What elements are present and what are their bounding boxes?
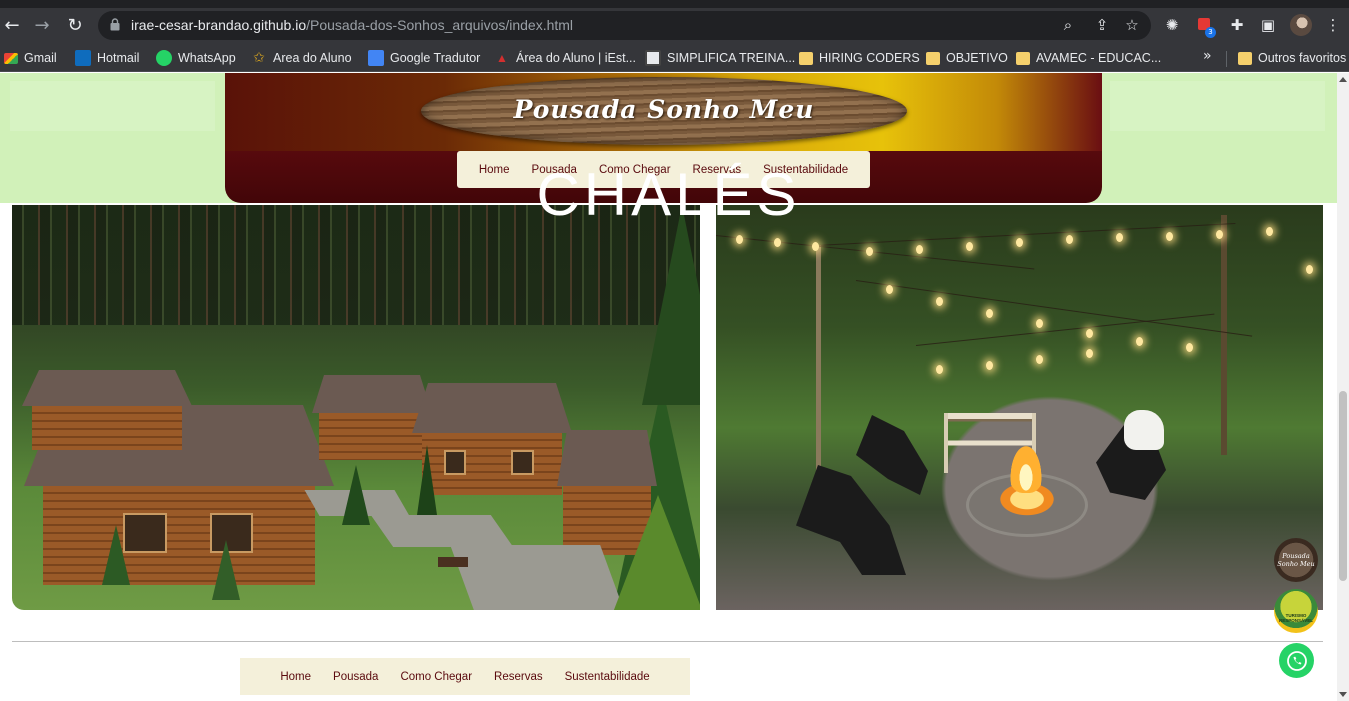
bookmark-objetivo[interactable]: OBJETIVO <box>926 49 1008 67</box>
more-bookmarks-icon[interactable]: » <box>1203 48 1212 64</box>
folder-icon <box>799 51 813 65</box>
page-viewport: Pousada Sonho Meu Home Pousada Como Cheg… <box>0 73 1337 701</box>
turismo-responsavel-badge[interactable]: TURISMO RESPONSÁVEL <box>1274 589 1318 633</box>
simplifica-icon <box>645 50 661 66</box>
bookmark-avamec[interactable]: AVAMEC - EDUCAC... <box>1016 49 1161 67</box>
outlook-icon <box>75 50 91 66</box>
arrow-right-icon[interactable]: → <box>30 14 54 38</box>
scroll-down-arrow-icon[interactable] <box>1339 692 1347 697</box>
footer-nav-sustentabilidade[interactable]: Sustentabilidade <box>565 671 650 683</box>
scroll-up-arrow-icon[interactable] <box>1339 77 1347 82</box>
bookmark-gmail[interactable]: Gmail <box>4 49 57 67</box>
site-logo[interactable]: Pousada Sonho Meu <box>421 77 907 145</box>
folder-icon <box>1016 51 1030 65</box>
url-path: /Pousada-dos-Sonhos_arquivos/index.html <box>306 17 574 33</box>
whatsapp-icon[interactable] <box>1279 643 1314 678</box>
bookmark-area-do-aluno[interactable]: ✩ Area do Aluno <box>251 49 352 67</box>
extension-globe-icon[interactable]: ✺ <box>1161 14 1183 36</box>
bookmark-label: Área do Aluno | iEst... <box>516 51 636 65</box>
footer-nav-como-chegar[interactable]: Como Chegar <box>400 671 472 683</box>
reload-icon[interactable]: ↻ <box>63 14 87 38</box>
bookmark-label: Gmail <box>24 51 57 65</box>
bookmark-outros-favoritos[interactable]: Outros favoritos <box>1238 49 1346 67</box>
footer-divider <box>12 641 1323 642</box>
bookmark-label: Area do Aluno <box>273 51 352 65</box>
logo-text: Pousada Sonho Meu <box>513 95 815 124</box>
bookmark-hiring-coders[interactable]: HIRING CODERS <box>799 49 920 67</box>
address-bar[interactable]: irae-cesar-brandao.github.io/Pousada-dos… <box>98 11 1151 40</box>
firepit-photo <box>716 205 1323 610</box>
kebab-menu-icon[interactable]: ⋮ <box>1322 14 1344 36</box>
side-panel-icon[interactable]: ▣ <box>1257 14 1279 36</box>
bookmark-area-do-aluno-iest[interactable]: ▲ Área do Aluno | iEst... <box>494 49 636 67</box>
bookmark-label: Google Tradutor <box>390 51 481 65</box>
footer-nav-home[interactable]: Home <box>280 671 311 683</box>
whatsapp-phone-icon <box>1286 650 1307 671</box>
star-icon[interactable]: ☆ <box>1123 16 1141 34</box>
url-host: irae-cesar-brandao.github.io <box>131 17 307 33</box>
page-scrollbar[interactable] <box>1337 73 1349 701</box>
zoom-icon[interactable]: ⌕ <box>1059 16 1077 34</box>
folder-icon <box>926 51 940 65</box>
folder-icon <box>1238 51 1252 65</box>
gmail-icon <box>4 52 18 64</box>
bookmarks-separator <box>1226 51 1227 67</box>
browser-toolbar: ← → ↻ irae-cesar-brandao.github.io/Pousa… <box>0 8 1349 44</box>
bookmark-icon: ▲ <box>496 51 508 65</box>
footer-nav-reservas[interactable]: Reservas <box>494 671 543 683</box>
bookmark-label: HIRING CODERS <box>819 51 920 65</box>
bookmark-hotmail[interactable]: Hotmail <box>75 49 139 67</box>
puzzle-icon[interactable]: ✚ <box>1226 14 1248 36</box>
share-icon[interactable]: ⇪ <box>1093 16 1111 34</box>
lock-icon <box>110 18 120 31</box>
bookmark-label: OBJETIVO <box>946 51 1008 65</box>
star-outline-icon: ✩ <box>253 50 265 66</box>
extension-badge-icon[interactable]: 3 <box>1193 14 1216 38</box>
floating-logo-badge[interactable]: Pousada Sonho Meu <box>1274 538 1318 582</box>
footer-nav-pousada[interactable]: Pousada <box>333 671 378 683</box>
url-text[interactable]: irae-cesar-brandao.github.io/Pousada-dos… <box>131 17 573 33</box>
extension-badge-count: 3 <box>1205 27 1216 38</box>
footer-navigation: Home Pousada Como Chegar Reservas Susten… <box>240 658 690 695</box>
section-title: CHALÉS <box>536 161 801 228</box>
bookmark-label: Hotmail <box>97 51 140 65</box>
bookmark-label: Outros favoritos <box>1258 51 1347 65</box>
google-translate-icon <box>368 50 384 66</box>
fire-flame <box>1008 441 1044 493</box>
bookmark-label: WhatsApp <box>178 51 236 65</box>
arrow-left-icon[interactable]: ← <box>0 14 24 38</box>
cabins-photo <box>12 205 700 610</box>
browser-tab-strip <box>0 0 1349 8</box>
bookmark-label: SIMPLIFICA TREINA... <box>667 51 796 65</box>
bookmarks-bar: Gmail Hotmail WhatsApp ✩ Area do Aluno G… <box>0 44 1349 72</box>
scrollbar-thumb[interactable] <box>1339 391 1347 581</box>
bookmark-whatsapp[interactable]: WhatsApp <box>156 49 236 67</box>
bookmark-google-tradutor[interactable]: Google Tradutor <box>368 49 480 67</box>
bookmark-simplifica[interactable]: SIMPLIFICA TREINA... <box>645 49 795 67</box>
whatsapp-icon <box>156 50 172 66</box>
profile-avatar[interactable] <box>1290 14 1312 36</box>
bookmark-label: AVAMEC - EDUCAC... <box>1036 51 1162 65</box>
